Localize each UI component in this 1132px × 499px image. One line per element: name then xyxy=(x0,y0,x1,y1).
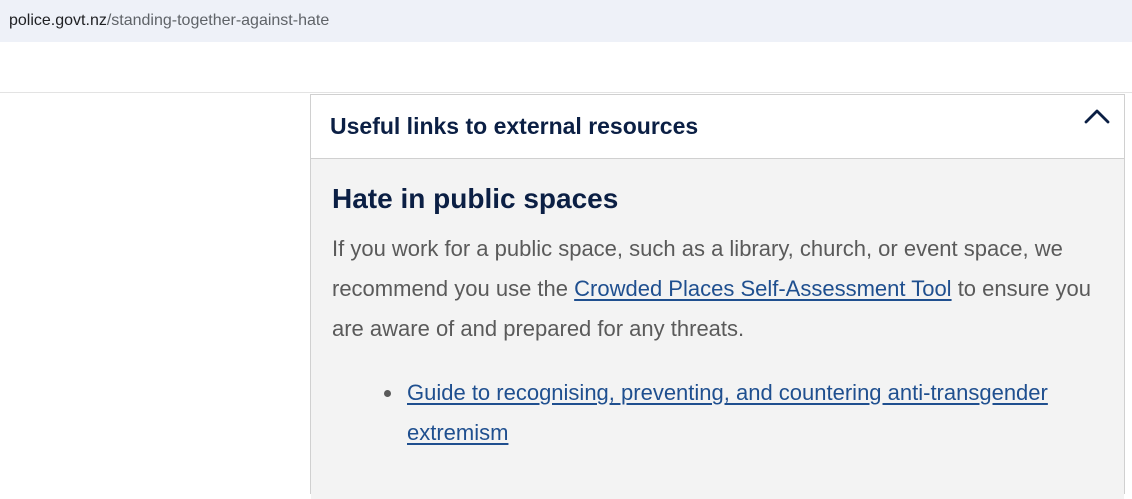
url-domain: police.govt.nz xyxy=(9,12,107,29)
accordion-header[interactable]: Useful links to external resources xyxy=(311,94,1124,159)
list-item: Guide to recognising, preventing, and co… xyxy=(384,373,1102,453)
resource-link-list: Guide to recognising, preventing, and co… xyxy=(332,373,1102,453)
chevron-up-icon[interactable] xyxy=(1082,101,1112,131)
url-path: /standing-together-against-hate xyxy=(106,12,330,29)
section-paragraph: If you work for a public space, such as … xyxy=(332,229,1102,349)
anti-transgender-extremism-guide-link[interactable]: Guide to recognising, preventing, and co… xyxy=(407,380,1048,445)
accordion-body: Hate in public spaces If you work for a … xyxy=(311,159,1124,499)
page-header-area xyxy=(0,42,1132,93)
address-bar[interactable]: police.govt.nz/standing-together-against… xyxy=(0,0,1132,42)
accordion-title: Useful links to external resources xyxy=(330,113,699,139)
section-heading: Hate in public spaces xyxy=(332,183,619,214)
accordion-external-resources: Useful links to external resources Hate … xyxy=(310,94,1125,499)
crowded-places-tool-link[interactable]: Crowded Places Self-Assessment Tool xyxy=(574,276,951,301)
